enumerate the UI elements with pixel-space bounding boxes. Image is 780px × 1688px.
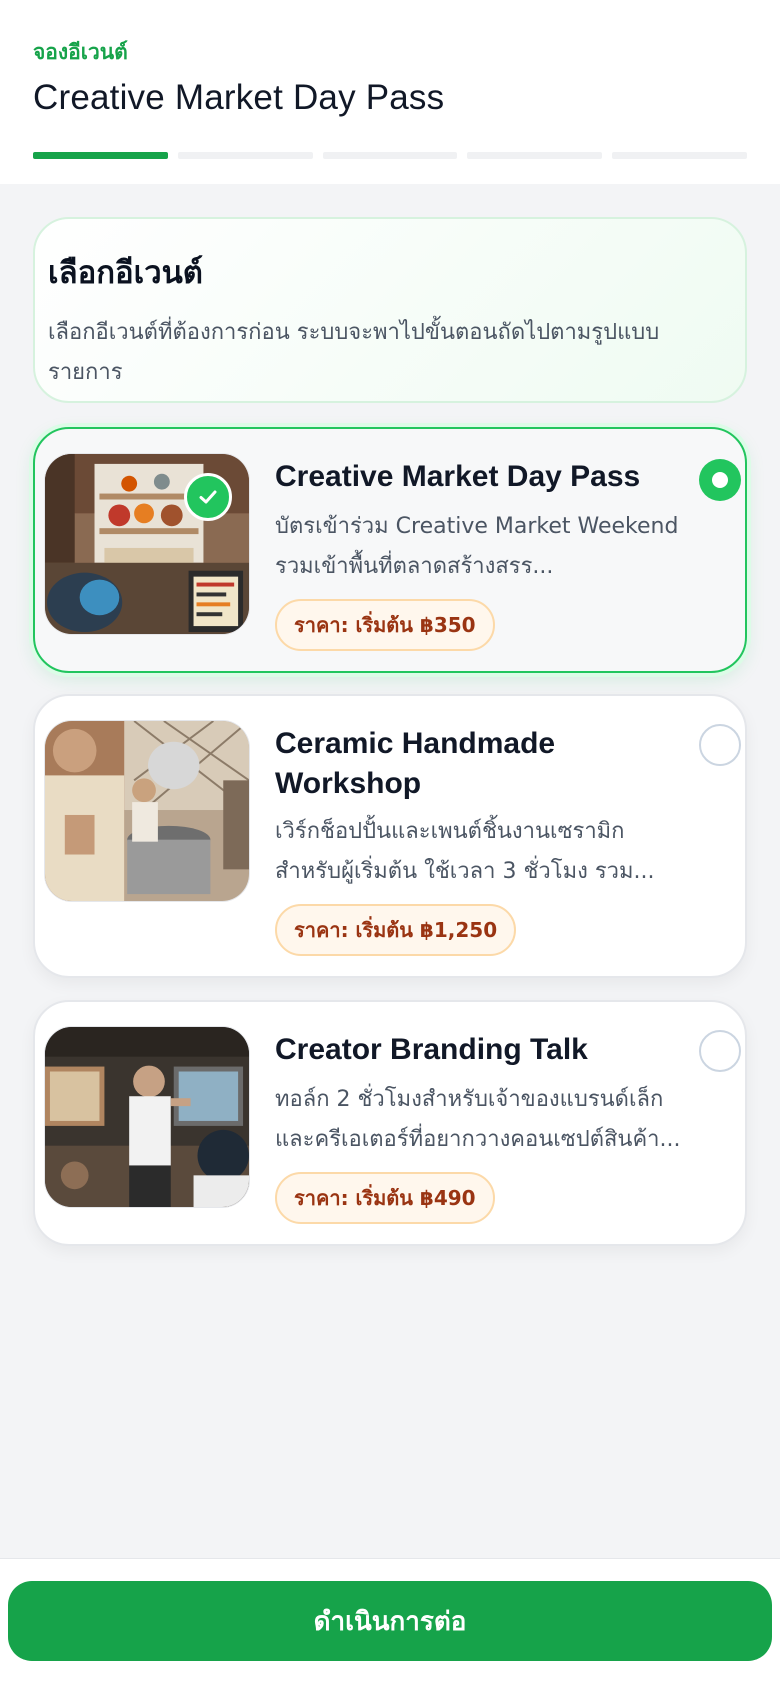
event-title: Creative Market Day Pass	[275, 460, 641, 493]
branding-talk-photo	[44, 1026, 250, 1208]
event-card-ceramic-workshop[interactable]: Ceramic Handmade Workshop เวิร์กช็อปปั้น…	[33, 694, 747, 978]
page-header: จองอีเวนต์ Creative Market Day Pass	[0, 0, 780, 184]
footer-bar: ดำเนินการต่อ	[0, 1558, 780, 1688]
intro-panel: เลือกอีเวนต์ เลือกอีเวนต์ที่ต้องการก่อน …	[33, 217, 747, 403]
progress-step-5	[612, 152, 747, 159]
event-description: เวิร์กช็อปปั้นและเพนต์ชิ้นงานเซรามิก สำห…	[275, 819, 655, 884]
event-title: Ceramic Handmade Workshop	[275, 727, 556, 800]
price-badge: ราคา: เริ่มต้น ฿490	[275, 1172, 495, 1224]
progress-step-3	[322, 152, 458, 159]
price-badge: ราคา: เริ่มต้น ฿1,250	[275, 904, 517, 956]
intro-description: เลือกอีเวนต์ที่ต้องการก่อน ระบบจะพาไปขั้…	[48, 320, 660, 385]
step-progress	[33, 152, 747, 159]
event-card-creative-market[interactable]: Creative Market Day Pass บัตรเข้าร่วม Cr…	[33, 427, 747, 673]
ceramic-workshop-photo	[44, 720, 250, 902]
selected-check-icon	[184, 473, 232, 521]
continue-button[interactable]: ดำเนินการต่อ	[8, 1581, 772, 1661]
event-title: Creator Branding Talk	[275, 1033, 588, 1066]
event-description: บัตรเข้าร่วม Creative Market Weekend รวม…	[275, 514, 679, 579]
price-badge: ราคา: เริ่มต้น ฿350	[275, 599, 495, 651]
progress-step-1	[33, 152, 168, 159]
intro-title: เลือกอีเวนต์	[48, 255, 203, 291]
progress-step-4	[467, 152, 603, 159]
page-title: Creative Market Day Pass	[33, 78, 445, 117]
event-radio[interactable]	[699, 1030, 741, 1072]
breadcrumb[interactable]: จองอีเวนต์	[33, 36, 128, 69]
event-card-branding-talk[interactable]: Creator Branding Talk ทอล์ก 2 ชั่วโมงสำห…	[33, 1000, 747, 1246]
event-radio[interactable]	[699, 459, 741, 501]
progress-step-2	[177, 152, 313, 159]
event-radio[interactable]	[699, 724, 741, 766]
radio-dot-icon	[712, 472, 728, 488]
event-description: ทอล์ก 2 ชั่วโมงสำหรับเจ้าของแบรนด์เล็ก แ…	[275, 1087, 681, 1152]
